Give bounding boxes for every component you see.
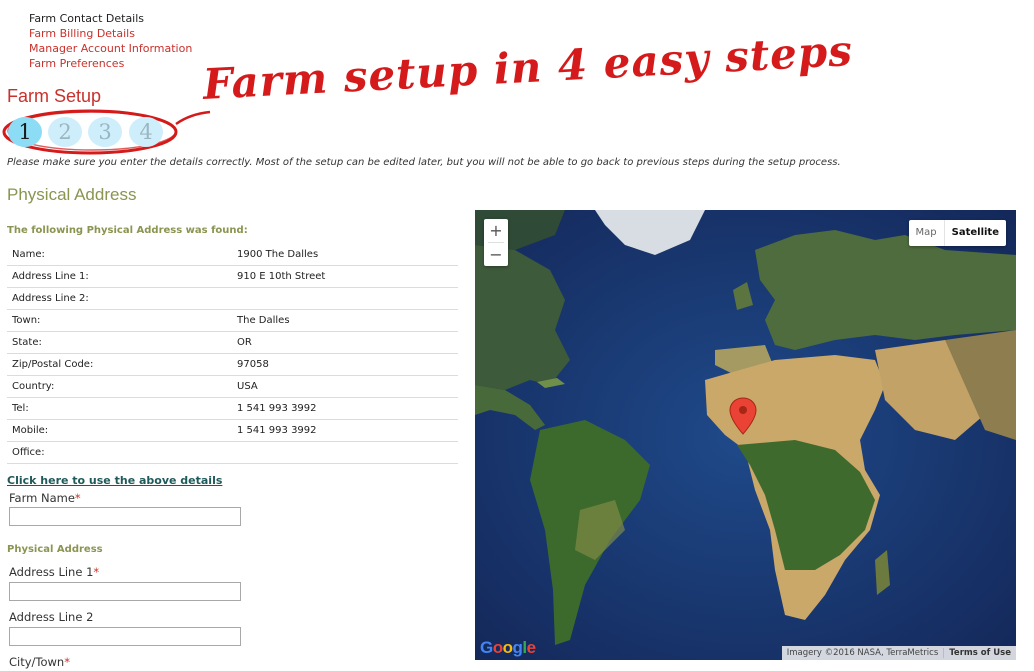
table-row: Country: USA xyxy=(7,375,458,398)
address-field-value: OR xyxy=(232,331,458,354)
farm-name-input[interactable] xyxy=(9,507,241,526)
setup-notice: Please make sure you enter the details c… xyxy=(7,157,841,168)
table-row: Mobile: 1 541 993 3992 xyxy=(7,419,458,442)
address-field-value: 1 541 993 3992 xyxy=(232,397,458,420)
google-logo: Google xyxy=(480,638,536,658)
use-above-details-link[interactable]: Click here to use the above details xyxy=(7,474,222,487)
address-line-1-input[interactable] xyxy=(9,582,241,601)
zoom-out-button[interactable]: − xyxy=(484,243,508,266)
map-attribution: Imagery ©2016 NASA, TerraMetrics Terms o… xyxy=(781,646,1016,660)
address-field-value: USA xyxy=(232,375,458,398)
setup-steps-nav: Farm Contact Details Farm Billing Detail… xyxy=(29,11,192,71)
address-field-label: Tel: xyxy=(7,397,232,420)
address-field-value: 1900 The Dalles xyxy=(232,244,458,266)
table-row: Zip/Postal Code: 97058 xyxy=(7,353,458,376)
nav-step-farm-preferences[interactable]: Farm Preferences xyxy=(29,56,192,71)
address-field-value: 910 E 10th Street xyxy=(232,265,458,288)
farm-name-label-text: Farm Name xyxy=(9,491,75,505)
map-type-control: Map Satellite xyxy=(908,220,1006,246)
address-field-label: Mobile: xyxy=(7,419,232,442)
table-row: Office: xyxy=(7,441,458,464)
imagery-credit: Imagery ©2016 NASA, TerraMetrics xyxy=(786,648,939,658)
address-field-label: Town: xyxy=(7,309,232,332)
found-address-heading: The following Physical Address was found… xyxy=(7,225,248,236)
address-field-value xyxy=(232,287,458,310)
step-2-indicator: 2 xyxy=(48,117,82,147)
address-field-label: Name: xyxy=(7,244,232,266)
address-line-2-input[interactable] xyxy=(9,627,241,646)
address-line-1-label-text: Address Line 1 xyxy=(9,565,94,579)
farm-name-label: Farm Name* xyxy=(9,491,81,505)
address-field-label: Zip/Postal Code: xyxy=(7,353,232,376)
required-mark: * xyxy=(64,655,70,669)
table-row: Name: 1900 The Dalles xyxy=(7,244,458,266)
location-map[interactable]: + − Map Satellite Google Imagery ©2016 N… xyxy=(475,210,1016,660)
table-row: State: OR xyxy=(7,331,458,354)
city-town-label: City/Town* xyxy=(9,655,70,669)
map-satellite-imagery xyxy=(475,210,1016,660)
section-title-physical-address: Physical Address xyxy=(7,185,137,204)
step-4-indicator: 4 xyxy=(129,117,163,147)
zoom-in-button[interactable]: + xyxy=(484,219,508,242)
nav-step-farm-contact-details: Farm Contact Details xyxy=(29,12,145,25)
google-logo-text: Google xyxy=(480,638,536,657)
address-field-value: The Dalles xyxy=(232,309,458,332)
terms-of-use-link[interactable]: Terms of Use xyxy=(943,648,1016,658)
table-row: Address Line 2: xyxy=(7,287,458,310)
address-field-value xyxy=(232,441,458,464)
address-field-value: 97058 xyxy=(232,353,458,376)
table-row: Address Line 1: 910 E 10th Street xyxy=(7,265,458,288)
required-mark: * xyxy=(74,491,81,505)
found-address-table: Name: 1900 The Dalles Address Line 1: 910 E… xyxy=(7,244,458,464)
address-field-label: Country: xyxy=(7,375,232,398)
nav-step-farm-billing-details[interactable]: Farm Billing Details xyxy=(29,26,192,41)
city-town-label-text: City/Town xyxy=(9,655,65,669)
table-row: Tel: 1 541 993 3992 xyxy=(7,397,458,420)
address-field-label: Address Line 2: xyxy=(7,287,232,310)
address-line-2-label: Address Line 2 xyxy=(9,610,94,624)
address-field-value: 1 541 993 3992 xyxy=(232,419,458,442)
address-field-label: Office: xyxy=(7,441,232,464)
annotation-text: Farm setup in 4 easy steps xyxy=(201,25,854,109)
required-mark: * xyxy=(93,565,100,579)
physical-address-subheading: Physical Address xyxy=(7,544,103,555)
step-1-indicator: 1 xyxy=(8,117,42,147)
address-field-label: State: xyxy=(7,331,232,354)
map-type-satellite-button[interactable]: Satellite xyxy=(945,220,1006,246)
table-row: Town: The Dalles xyxy=(7,309,458,332)
step-3-indicator: 3 xyxy=(88,117,122,147)
address-field-label: Address Line 1: xyxy=(7,265,232,288)
map-zoom-control: + − xyxy=(484,219,508,266)
map-type-map-button[interactable]: Map xyxy=(909,220,945,246)
address-line-1-label: Address Line 1* xyxy=(9,565,99,579)
nav-step-manager-account-information[interactable]: Manager Account Information xyxy=(29,41,192,56)
